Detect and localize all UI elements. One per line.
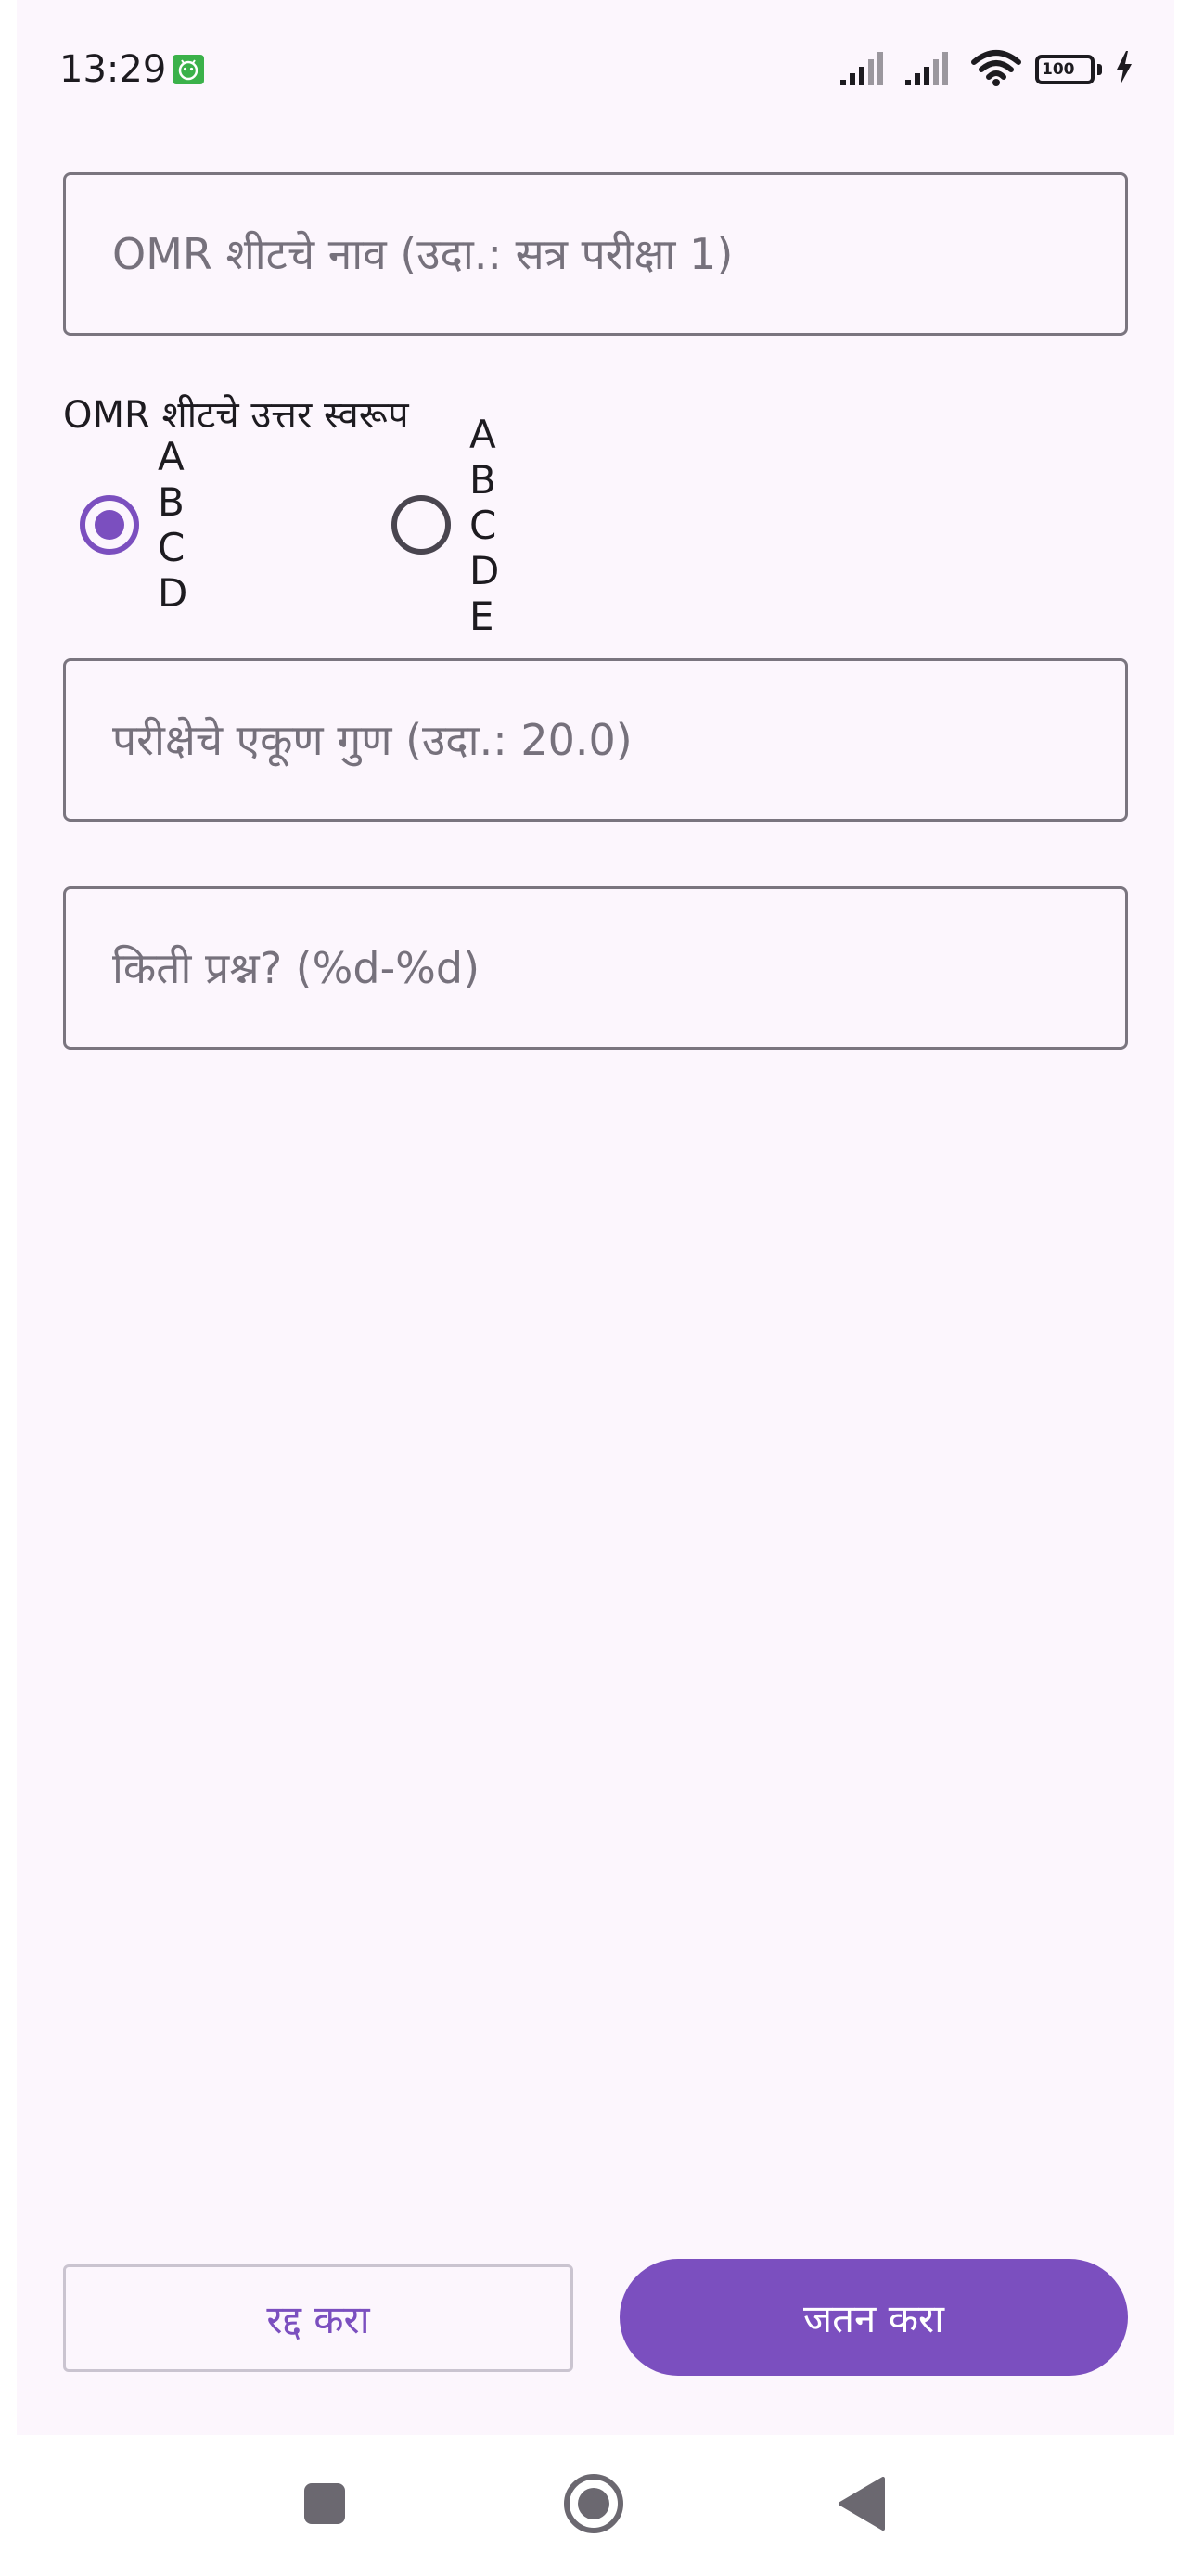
recents-button[interactable] (289, 2470, 360, 2541)
back-icon (837, 2477, 885, 2534)
radio-option-abcd[interactable]: A B C D (80, 434, 197, 616)
app-screen: 13:29 100 OMR शीटचे नाव (उदा.: सत्र परीक… (17, 0, 1174, 2576)
status-bar: 13:29 100 (17, 0, 1174, 139)
charging-icon (1115, 51, 1133, 88)
status-time: 13:29 (59, 48, 167, 91)
save-button[interactable]: जतन करा (620, 2259, 1128, 2376)
cancel-button[interactable]: रद्द करा (63, 2264, 573, 2372)
home-icon (562, 2472, 625, 2539)
radio-selected-icon[interactable] (80, 495, 139, 555)
sheet-name-input[interactable] (66, 175, 1125, 333)
wifi-icon (970, 49, 1022, 90)
system-navigation-bar (17, 2435, 1174, 2576)
answer-format-label: OMR शीटचे उत्तर स्वरूप (63, 394, 409, 437)
total-marks-field[interactable] (63, 658, 1128, 822)
radio-label-abcde: A B C D E (469, 411, 509, 639)
question-count-field[interactable] (63, 886, 1128, 1050)
cancel-button-label: रद्द करा (266, 2296, 370, 2342)
battery-icon: 100 (1035, 55, 1102, 84)
total-marks-input[interactable] (66, 661, 1125, 819)
back-button[interactable] (826, 2470, 896, 2541)
signal-icon (905, 50, 957, 89)
question-count-input[interactable] (66, 889, 1125, 1047)
radio-unselected-icon[interactable] (391, 495, 451, 555)
radio-label-abcd: A B C D (158, 434, 198, 616)
recents-icon (302, 2481, 347, 2530)
radio-option-abcde[interactable]: A B C D E (391, 412, 508, 639)
home-button[interactable] (558, 2470, 629, 2541)
sheet-name-field[interactable] (63, 172, 1128, 336)
app-notification-icon (173, 55, 204, 84)
signal-icon (840, 50, 892, 89)
save-button-label: जतन करा (802, 2295, 945, 2341)
status-icons: 100 (840, 50, 1133, 89)
